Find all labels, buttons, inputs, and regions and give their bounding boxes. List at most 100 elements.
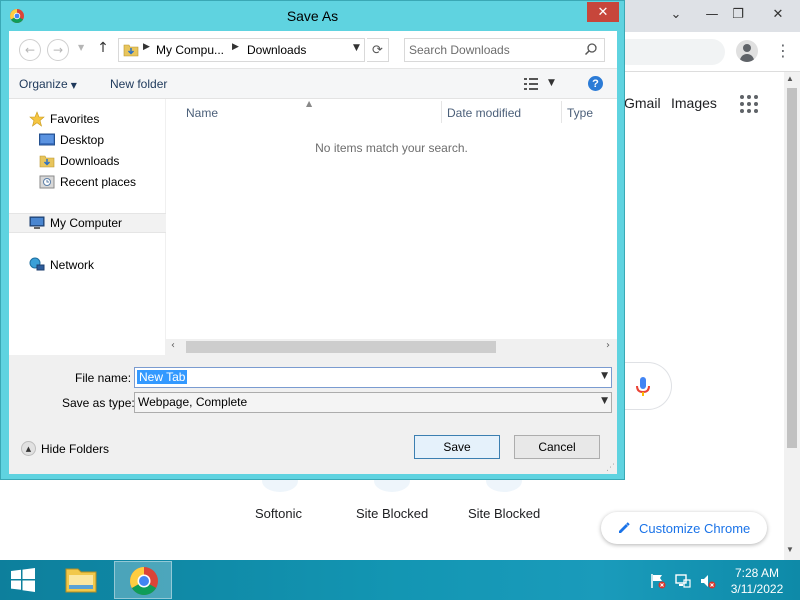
forward-arrow-icon[interactable]: →: [47, 39, 69, 61]
file-name-field[interactable]: New Tab ▼: [134, 367, 612, 388]
nav-my-computer-label: My Computer: [50, 216, 123, 230]
file-name-value: New Tab: [137, 370, 188, 384]
address-row: ← → ▼ ↑ ▶ My Compu... ▶ Downloads ▼ ⟳: [9, 31, 617, 69]
clock-time: 7:28 AM: [734, 566, 780, 580]
organize-menu[interactable]: Organize ▼: [19, 77, 77, 91]
save-as-type-value: Webpage, Complete: [138, 395, 248, 409]
horizontal-scrollbar[interactable]: ‹ ›: [166, 339, 617, 355]
nav-desktop-label: Desktop: [60, 133, 105, 147]
address-dropdown-icon[interactable]: ▼: [353, 43, 360, 53]
column-header-name[interactable]: Name: [186, 106, 218, 120]
view-dropdown-icon[interactable]: ▼: [548, 78, 555, 88]
save-as-dialog: Save As ✕ ← → ▼ ↑ ▶ My Compu... ▶ Downlo…: [0, 0, 625, 480]
search-input[interactable]: [409, 41, 579, 59]
shortcut-site-blocked[interactable]: Site Blocked: [356, 506, 428, 521]
file-name-label: File name:: [75, 371, 132, 385]
view-options-icon[interactable]: [524, 78, 538, 90]
scroll-right-icon[interactable]: ›: [606, 340, 610, 351]
chevron-down-icon: ▼: [70, 81, 77, 90]
recent-locations-chevron-icon[interactable]: ▼: [78, 43, 84, 52]
command-bar: Organize ▼ New folder ▼ ?: [9, 69, 617, 99]
microphone-icon: [636, 377, 650, 396]
volume-muted-icon[interactable]: [700, 573, 716, 589]
breadcrumb-downloads[interactable]: Downloads: [247, 43, 306, 57]
profile-icon[interactable]: [736, 40, 758, 62]
customize-chrome-label: Customize Chrome: [639, 520, 751, 536]
organize-label: Organize: [19, 77, 68, 91]
my-computer-icon: [29, 216, 45, 229]
dialog-close-button[interactable]: ✕: [587, 2, 619, 22]
dialog-title: Save As: [286, 8, 339, 24]
clock-date: 3/11/2022: [730, 582, 784, 596]
network-icon: [29, 257, 45, 271]
column-header-type[interactable]: Type: [567, 106, 593, 120]
nav-recent-places-label: Recent places: [60, 175, 137, 189]
refresh-icon[interactable]: ⟳: [367, 38, 389, 62]
chevron-down-icon[interactable]: ▼: [601, 371, 608, 381]
back-arrow-icon[interactable]: ←: [19, 39, 41, 61]
chevron-down-icon: ▼: [601, 396, 608, 406]
star-icon: [29, 111, 45, 127]
chrome-icon: [130, 567, 158, 595]
column-header-date-modified[interactable]: Date modified: [447, 106, 521, 120]
nav-favorites[interactable]: Favorites: [29, 109, 99, 129]
gmail-link[interactable]: Gmail: [624, 95, 661, 111]
nav-downloads[interactable]: Downloads: [39, 151, 119, 171]
chrome-close-icon[interactable]: ✕: [762, 0, 794, 28]
chrome-menu-icon[interactable]: ⋮: [775, 40, 791, 62]
voice-search-button[interactable]: [618, 362, 672, 410]
restore-icon[interactable]: ❐: [722, 0, 754, 28]
recent-places-icon: [39, 175, 55, 189]
nav-recent-places[interactable]: Recent places: [39, 172, 136, 192]
column-divider[interactable]: [441, 101, 442, 123]
taskbar-chrome[interactable]: [114, 561, 172, 599]
address-bar[interactable]: ▶ My Compu... ▶ Downloads ▼: [118, 38, 365, 62]
breadcrumb-separator-icon: ▶: [232, 42, 239, 52]
scrollbar-thumb[interactable]: [186, 341, 496, 353]
nav-network[interactable]: Network: [29, 255, 94, 275]
scroll-left-icon[interactable]: ‹: [171, 340, 175, 351]
shortcut-softonic[interactable]: Softonic: [255, 506, 302, 521]
search-box[interactable]: [404, 38, 605, 62]
save-button[interactable]: Save: [414, 435, 500, 459]
up-arrow-icon[interactable]: ↑: [95, 40, 111, 60]
sort-ascending-icon: ▲: [306, 99, 313, 108]
taskbar: 7:28 AM 3/11/2022: [0, 560, 800, 600]
scroll-up-icon[interactable]: ▲: [786, 74, 794, 83]
column-divider[interactable]: [561, 101, 562, 123]
dialog-body: ← → ▼ ↑ ▶ My Compu... ▶ Downloads ▼ ⟳ Se…: [9, 31, 617, 474]
navigation-pane: Favorites Desktop Downloads Recent place…: [9, 99, 166, 355]
file-list-pane: ▲ Name Date modified Type No items match…: [166, 99, 617, 355]
nav-desktop[interactable]: Desktop: [39, 130, 104, 150]
google-apps-icon[interactable]: [740, 95, 758, 113]
shortcut-site-blocked[interactable]: Site Blocked: [468, 506, 540, 521]
customize-chrome-button[interactable]: Customize Chrome: [601, 512, 767, 544]
pencil-icon: [619, 522, 630, 533]
downloads-folder-icon: [39, 155, 55, 168]
scroll-down-icon[interactable]: ▼: [786, 545, 794, 554]
resize-grip-icon[interactable]: ⋰: [606, 463, 615, 473]
hide-folders-toggle[interactable]: ▲ Hide Folders: [21, 441, 109, 456]
breadcrumb-separator-icon: ▶: [143, 42, 150, 52]
dialog-titlebar[interactable]: Save As ✕: [1, 1, 624, 31]
network-status-icon[interactable]: [675, 573, 691, 589]
save-as-type-label: Save as type:: [62, 396, 135, 410]
windows-start-icon[interactable]: [10, 568, 36, 592]
taskbar-file-explorer[interactable]: [56, 561, 106, 599]
new-folder-button[interactable]: New folder: [110, 77, 167, 91]
chrome-tab-search-icon[interactable]: ⌄: [660, 0, 692, 28]
omnibox[interactable]: [615, 39, 725, 65]
breadcrumb-my-computer[interactable]: My Compu...: [156, 43, 224, 57]
taskbar-clock[interactable]: 7:28 AM 3/11/2022: [725, 565, 789, 597]
cancel-button[interactable]: Cancel: [514, 435, 600, 459]
search-icon: [584, 43, 597, 56]
save-as-type-select[interactable]: Webpage, Complete ▼: [134, 392, 612, 413]
action-center-flag-icon[interactable]: [650, 573, 666, 589]
page-scrollbar[interactable]: [784, 72, 800, 560]
images-link[interactable]: Images: [671, 95, 717, 111]
downloads-folder-icon: [123, 44, 139, 57]
help-icon[interactable]: ?: [588, 76, 603, 91]
nav-my-computer[interactable]: My Computer: [9, 213, 166, 233]
file-explorer-icon: [65, 568, 97, 593]
empty-folder-message: No items match your search.: [315, 141, 468, 155]
